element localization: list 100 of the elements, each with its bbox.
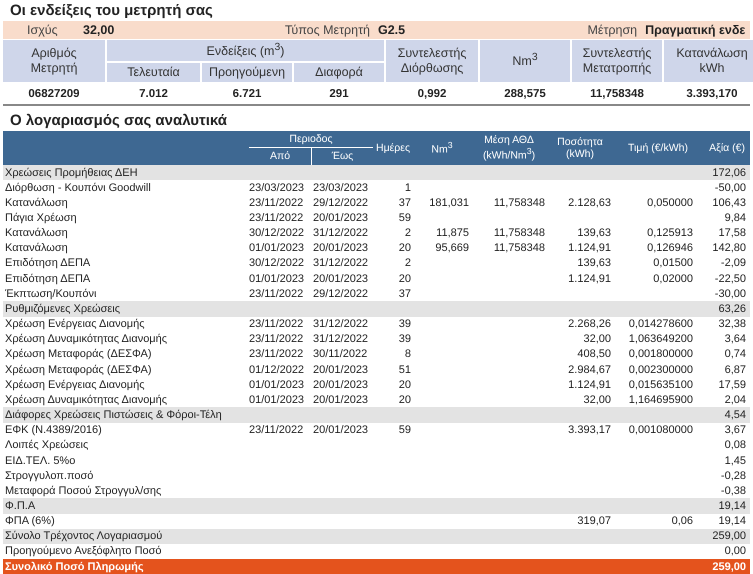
table-cell-text: 11,758348 xyxy=(492,196,546,209)
table-cell-text: 1.124,91 xyxy=(567,242,612,254)
table-cell-text: 23/03/2023 xyxy=(249,182,306,194)
table-cell-text: 31/12/2022 xyxy=(312,257,370,270)
table-cell-text: 181,031 xyxy=(428,196,470,209)
table-cell-text: 20 xyxy=(398,394,412,406)
section-title: Οι ενδείξεις του μετρητή σας xyxy=(9,1,214,21)
column-header: Ενδείξεις (m$^{3}$) xyxy=(107,40,384,61)
table-cell-text: 139,63 xyxy=(576,257,612,270)
table-cell-text: 288,575 xyxy=(503,86,547,102)
table-cell-text: 37 xyxy=(398,196,412,209)
table-cell-text: 01/01/2023 xyxy=(249,272,306,285)
table-cell-text: 0,050000 xyxy=(646,196,694,209)
table-cell-text: 2,04 xyxy=(724,394,747,406)
info-value: 32,00 xyxy=(83,22,116,37)
column-header: Nm$^{3}$ xyxy=(430,139,454,158)
row-label: Λοιπές Χρεώσεις xyxy=(4,439,90,452)
row-label: Σύνολο Τρέχοντος Λογαριασμού xyxy=(4,530,164,542)
column-header: Περιοδος xyxy=(249,130,373,148)
column-header: Κατανάλωση kWh xyxy=(664,40,753,82)
table-cell-text: 259,00 xyxy=(711,530,747,542)
table-cell-text: 0,02000 xyxy=(652,272,694,285)
table-cell-text: 0,014278600 xyxy=(628,318,694,330)
table-cell-text: -2,09 xyxy=(720,257,747,270)
table-cell-text: 17,58 xyxy=(717,227,747,240)
table-cell-text: 106,43 xyxy=(711,196,747,209)
table-cell-text: 0,001080000 xyxy=(628,424,694,436)
table-cell-text: 23/11/2022 xyxy=(249,318,304,330)
row-label: Ρυθμιζόμενες Χρεώσεις xyxy=(4,302,122,315)
column-header: Διαφορά xyxy=(294,62,384,82)
table-cell-text: 20/01/2023 xyxy=(312,378,370,391)
table-cell-text: 0,74 xyxy=(724,348,747,360)
info-value: Πραγματική ενδε xyxy=(645,22,746,37)
row-label: ΦΠΑ (6%) xyxy=(4,515,56,528)
info-value: G2.5 xyxy=(378,22,406,37)
table-cell-text: 32,00 xyxy=(582,333,612,346)
row-label: Κατανάλωση xyxy=(4,227,69,240)
table-cell-text: 0,001800000 xyxy=(628,348,694,360)
table-cell-text: 23/11/2022 xyxy=(249,288,304,300)
table-cell-text: 2.984,67 xyxy=(567,364,612,376)
column-header: Ημέρες xyxy=(374,140,412,156)
table-cell-text: 01/01/2023 xyxy=(249,242,306,254)
table-cell-text: 2 xyxy=(404,257,412,270)
table-cell-text: 0,002300000 xyxy=(628,364,694,376)
row-label: Προηγούμενο Ανεξόφλητο Ποσό xyxy=(4,545,163,558)
table-cell-text: 1,063649200 xyxy=(628,333,694,346)
row-label: Χρέωση Δυναμικότητας Διανομής xyxy=(4,333,168,346)
table-cell-text: 3,67 xyxy=(724,424,747,436)
table-cell-text: 3.393,170 xyxy=(685,86,739,102)
table-cell-text: 6,87 xyxy=(724,364,747,376)
table-cell-text: 408,50 xyxy=(576,348,612,360)
table-cell-text: 139,63 xyxy=(576,227,612,240)
table-cell-text: 20/01/2023 xyxy=(312,364,370,376)
column-header: Συντελεστής Μετατροπής xyxy=(572,40,662,82)
table-cell-text: 6.721 xyxy=(232,86,262,102)
table-cell-text: 29/12/2022 xyxy=(312,288,370,300)
table-cell-text: -0,38 xyxy=(720,484,747,497)
row-label: ΕΦΚ (Ν.4389/2016) xyxy=(4,424,103,436)
table-cell-text: 1 xyxy=(404,182,412,194)
column-header: Αξία (€) xyxy=(708,140,746,156)
table-cell-text: 51 xyxy=(398,364,412,376)
table-cell-text: 31/12/2022 xyxy=(312,318,370,330)
table-cell-text: 06827209 xyxy=(27,86,81,102)
table-cell-text: 3,64 xyxy=(724,333,747,346)
section-title: Ο λογαριασμός σας αναλυτικά xyxy=(9,110,228,131)
table-cell-text: 20/01/2023 xyxy=(312,212,370,224)
table-cell-text: 32,38 xyxy=(717,318,747,330)
row-label: Κατανάλωση xyxy=(4,242,69,254)
column-header: Αριθμός Μετρητή xyxy=(3,40,105,82)
table-cell-text: 8 xyxy=(404,348,412,360)
table-cell-text: 0,992 xyxy=(416,86,448,102)
row-label: Χρέωση Ενέργειας Διανομής xyxy=(4,318,146,330)
table-cell-text: 23/03/2023 xyxy=(312,182,370,194)
table-cell-text: 0,015635100 xyxy=(628,378,694,391)
table-cell-text: 31/12/2022 xyxy=(312,227,370,240)
table-cell-text: 20 xyxy=(398,378,412,391)
table-cell-text: -30,00 xyxy=(714,288,747,300)
table-cell-text: 20/01/2023 xyxy=(312,242,370,254)
row-label: Επιδότηση ΔΕΠΑ xyxy=(4,272,92,285)
row-label: Χρέωση Δυναμικότητας Διανομής xyxy=(4,394,168,406)
table-cell-text: 7.012 xyxy=(138,86,169,102)
table-cell-text: 1,164695900 xyxy=(628,394,694,406)
row-label: ΕΙΔ.ΤΕΛ. 5%ο xyxy=(4,454,76,466)
table-cell-text: 20/01/2023 xyxy=(312,272,370,285)
table-cell-text: 0,01500 xyxy=(652,257,694,270)
column-header: Μέση ΑΘΔ (kWh/Nm$^{3}$) xyxy=(482,133,536,164)
table-cell-text: 1.124,91 xyxy=(567,378,612,391)
table-cell-text: 95,669 xyxy=(434,242,470,254)
table-cell-text: 01/01/2023 xyxy=(249,394,306,406)
table-cell-text: 59 xyxy=(398,424,412,436)
table-cell-text: -0,28 xyxy=(720,470,747,482)
table-cell-text: 2.268,26 xyxy=(567,318,612,330)
row-label: Χρεώσεις Προμήθειας ΔΕΗ xyxy=(4,166,139,179)
table-cell-text: 0,00 xyxy=(724,545,747,558)
info-label: Ισχύς xyxy=(26,22,59,37)
table-cell-text: 11,758348 xyxy=(589,86,645,102)
table-cell-text: 23/11/2022 xyxy=(249,196,304,209)
table-cell-text: 1,45 xyxy=(724,454,747,466)
row-label: Πάγια Χρέωση xyxy=(4,212,78,224)
table-cell-text: 11,758348 xyxy=(492,227,546,240)
